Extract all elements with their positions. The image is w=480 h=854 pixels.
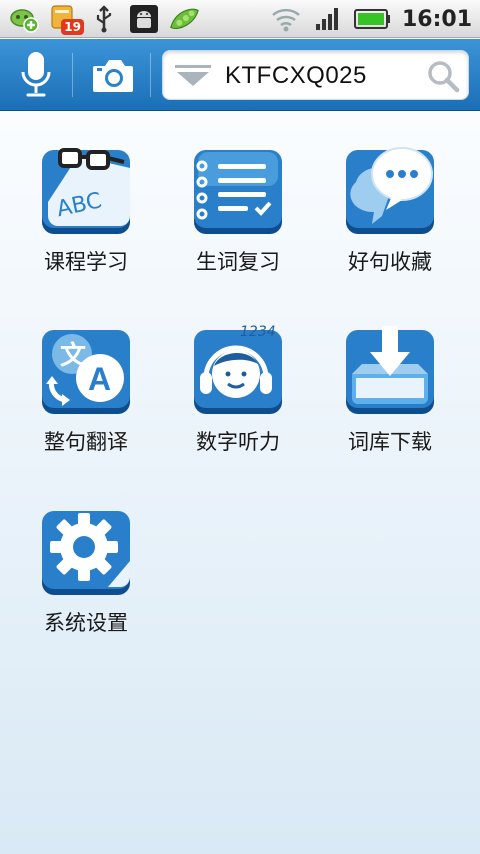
menu-item-settings[interactable]: 系统设置 xyxy=(16,503,156,653)
menu-item-number-listening[interactable]: 1234 数字听力 xyxy=(168,322,308,472)
menu-item-label: 数字听力 xyxy=(196,430,280,454)
search-input[interactable]: KTFCXQ025 xyxy=(225,51,367,101)
toolbar-divider xyxy=(150,53,151,97)
menu-item-sentence-translation[interactable]: 文 A 整句翻译 xyxy=(16,322,156,472)
toolbar-divider xyxy=(72,53,73,97)
usb-icon xyxy=(88,3,120,35)
translate-icon: 文 A xyxy=(42,330,130,414)
gear-icon xyxy=(42,511,130,595)
menu-item-course-study[interactable]: ABC 课程学习 xyxy=(16,142,156,292)
camera-icon xyxy=(93,60,133,92)
menu-item-label: 系统设置 xyxy=(44,611,128,635)
camera-button[interactable] xyxy=(85,47,141,103)
game-controller-add-icon xyxy=(8,3,40,35)
microphone-icon xyxy=(21,52,51,97)
battery-icon xyxy=(353,3,392,35)
notification-count-badge: 19 xyxy=(61,19,84,35)
download-box-icon xyxy=(346,326,434,414)
chevron-down-icon xyxy=(175,65,211,86)
svg-text:1234: 1234 xyxy=(240,324,276,340)
menu-item-label: 整句翻译 xyxy=(44,430,128,454)
search-button[interactable] xyxy=(426,59,460,93)
menu-item-dictionary-download[interactable]: 词库下载 xyxy=(320,322,460,472)
headphones-numbers-icon: 1234 xyxy=(194,324,282,414)
search-box[interactable]: KTFCXQ025 xyxy=(162,50,469,100)
notification-app-icon: 19 xyxy=(48,3,84,35)
menu-item-label: 课程学习 xyxy=(44,250,128,274)
toolbar: KTFCXQ025 xyxy=(0,39,480,111)
menu-item-label: 好句收藏 xyxy=(348,250,432,274)
search-icon xyxy=(428,61,460,93)
voice-input-button[interactable] xyxy=(8,47,64,103)
signal-icon xyxy=(312,3,344,35)
status-bar: 19 16:01 xyxy=(0,0,480,38)
menu-item-vocab-review[interactable]: 生词复习 xyxy=(168,142,308,292)
clock: 16:01 xyxy=(401,6,472,32)
abc-glasses-icon: ABC xyxy=(42,148,130,234)
peas-app-icon xyxy=(168,3,200,35)
menu-item-label: 词库下载 xyxy=(348,430,432,454)
wifi-icon xyxy=(270,3,302,35)
notebook-list-icon xyxy=(194,150,282,234)
android-debug-icon xyxy=(128,3,160,35)
search-dropdown-button[interactable] xyxy=(173,63,213,89)
menu-item-label: 生词复习 xyxy=(196,250,280,274)
menu-item-favorite-sentences[interactable]: 好句收藏 xyxy=(320,142,460,292)
speech-bubble-icon xyxy=(346,147,434,234)
svg-text:A: A xyxy=(88,361,111,397)
